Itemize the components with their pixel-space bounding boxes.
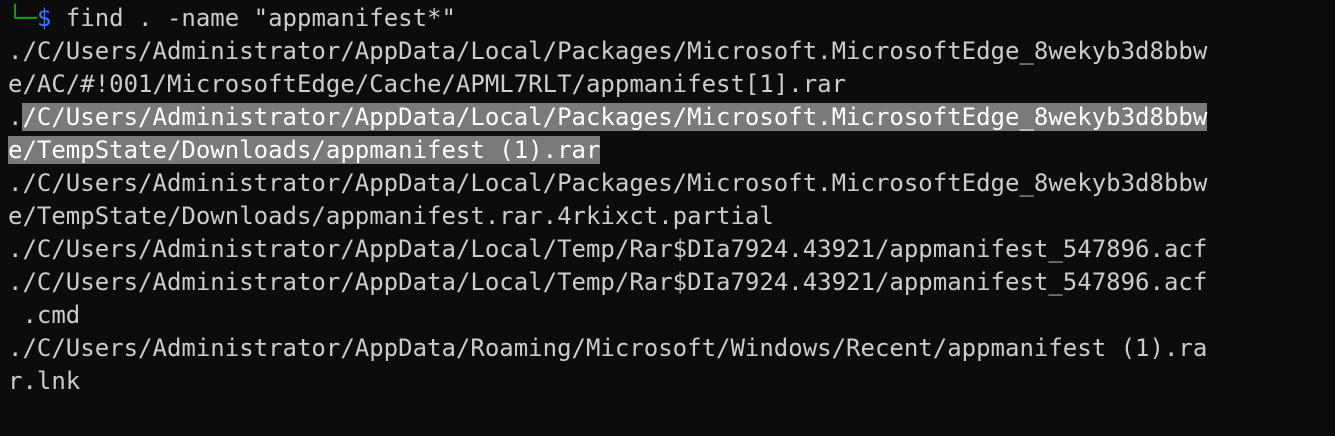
output-line: r.lnk: [8, 367, 81, 395]
output-line: ./C/Users/Administrator/AppData/Local/Te…: [8, 235, 1208, 263]
prompt-line: └─$ find . -name "appmanifest*": [8, 2, 1335, 35]
output-line-selected[interactable]: ./C/Users/Administrator/AppData/Local/Pa…: [8, 101, 1335, 134]
output-line-selected[interactable]: e/TempState/Downloads/appmanifest (1).ra…: [8, 134, 1335, 167]
command-text: find . -name "appmanifest*": [51, 4, 456, 32]
prompt-symbol: $: [36, 4, 52, 32]
terminal-output: └─$ find . -name "appmanifest*" ./C/User…: [8, 2, 1335, 398]
terminal-window[interactable]: └─$ find . -name "appmanifest*" ./C/User…: [0, 0, 1335, 436]
output-line: e/AC/#!001/MicrosoftEdge/Cache/APML7RLT/…: [8, 70, 847, 98]
selected-text[interactable]: e/TempState/Downloads/appmanifest (1).ra…: [8, 136, 601, 164]
output-line: ./C/Users/Administrator/AppData/Roaming/…: [8, 334, 1208, 362]
output-line: .cmd: [8, 301, 81, 329]
selected-text[interactable]: /C/Users/Administrator/AppData/Local/Pac…: [22, 103, 1208, 131]
output-line: e/TempState/Downloads/appmanifest.rar.4r…: [8, 202, 774, 230]
output-plain-text: .: [8, 103, 23, 131]
output-line: ./C/Users/Administrator/AppData/Local/Te…: [8, 268, 1208, 296]
prompt-branch: └─: [8, 4, 37, 32]
output-line: ./C/Users/Administrator/AppData/Local/Pa…: [8, 169, 1208, 197]
output-line: ./C/Users/Administrator/AppData/Local/Pa…: [8, 37, 1208, 65]
